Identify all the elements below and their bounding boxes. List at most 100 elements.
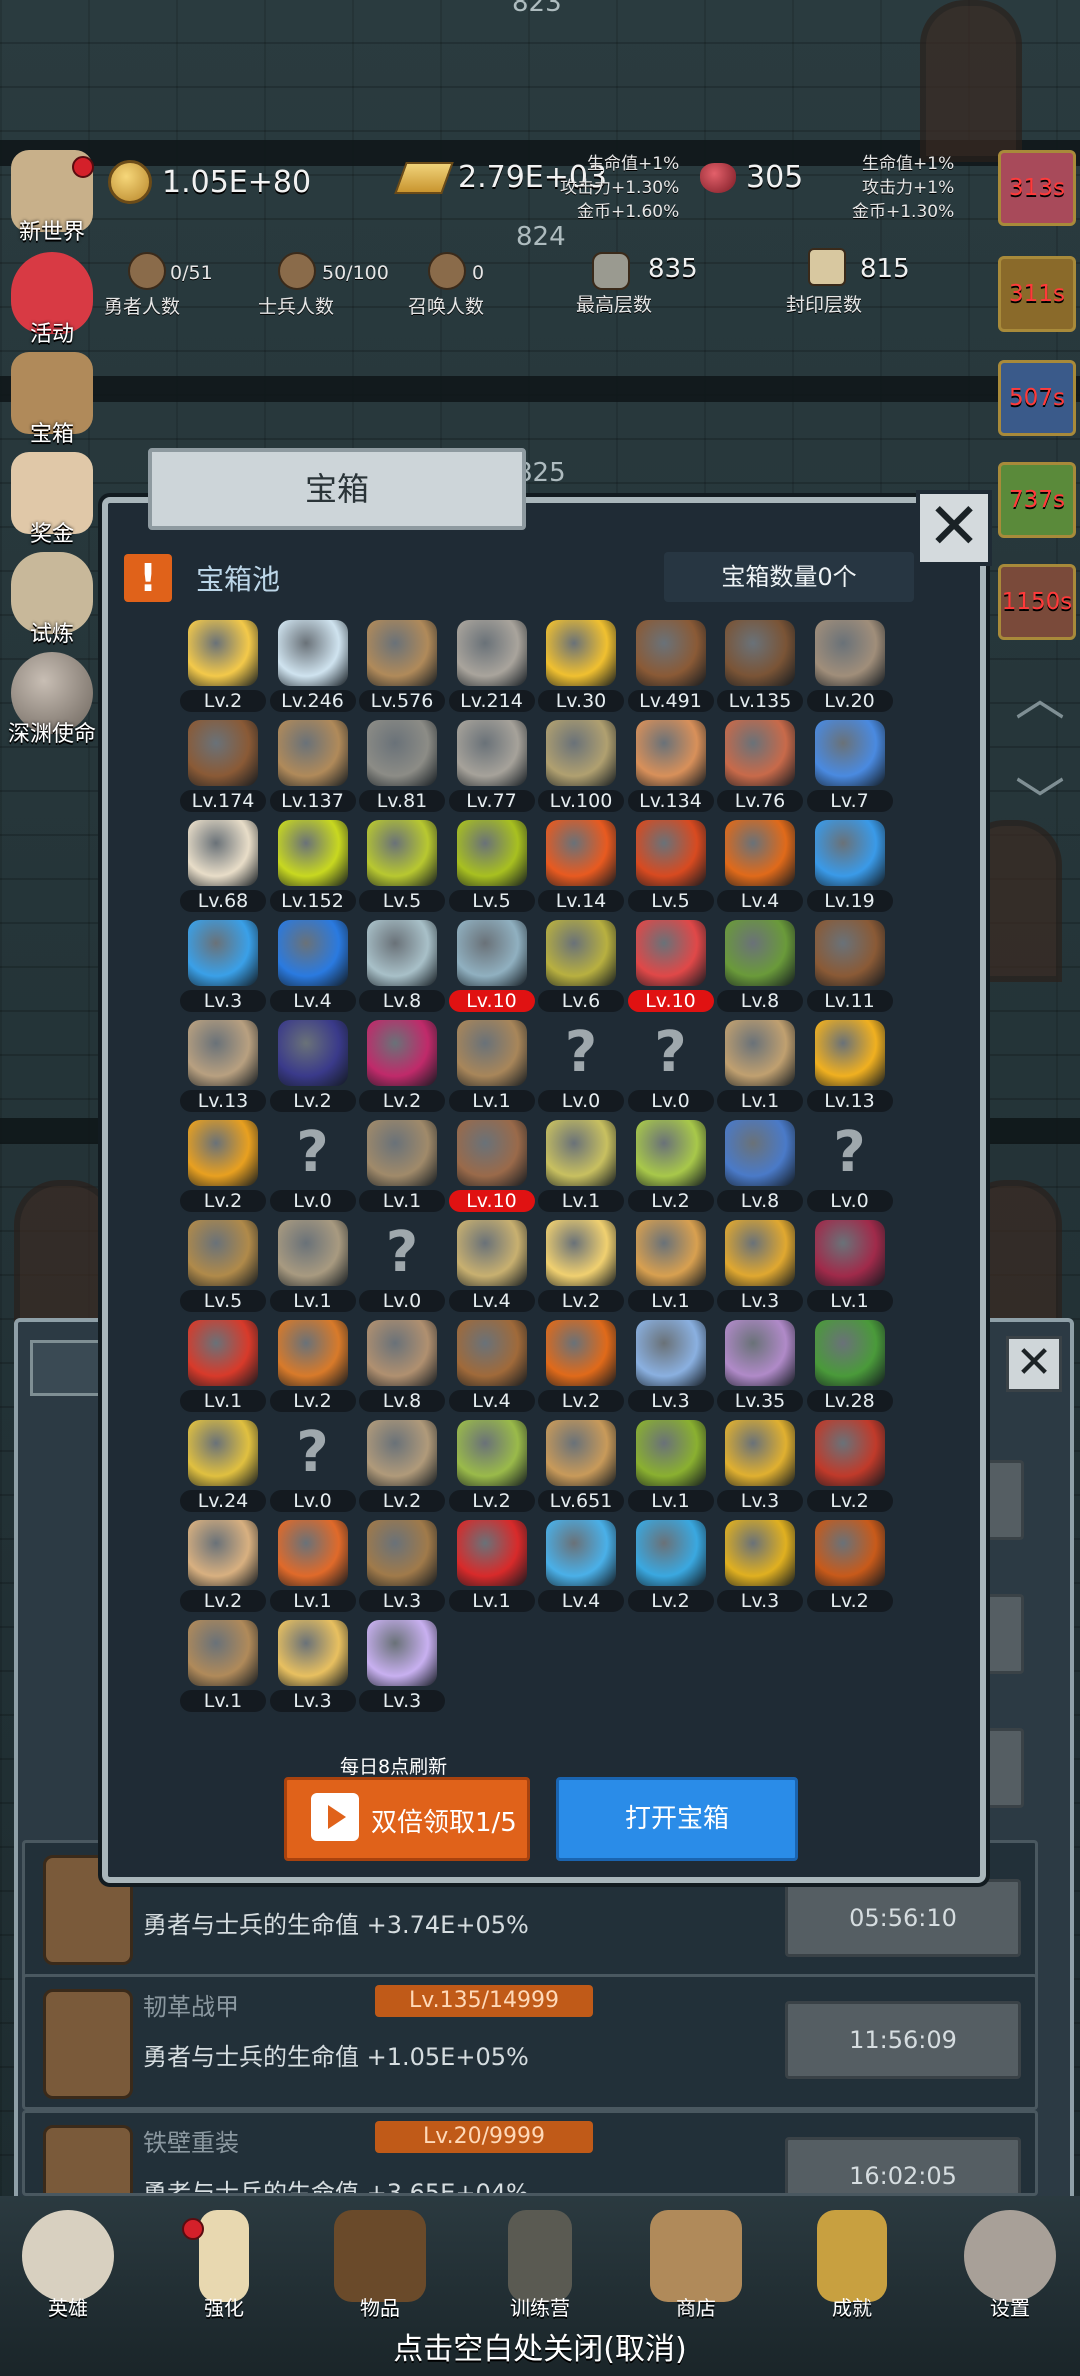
chest-item[interactable]: Lv.4 [448,1216,535,1316]
chest-item[interactable]: Lv.4 [269,916,356,1016]
side-activity[interactable]: 活动 [4,252,100,348]
chest-item[interactable]: Lv.152 [269,816,356,916]
nav-achievement[interactable]: 成就 [792,2210,912,2321]
close-icon[interactable]: ✕ [1006,1336,1062,1392]
chest-item[interactable]: Lv.3 [717,1416,803,1516]
chest-item[interactable]: Lv.20 [806,616,893,716]
chest-item[interactable]: Lv.4 [448,1316,535,1416]
close-hint[interactable]: 点击空白处关闭(取消) [0,2324,1080,2368]
chest-item[interactable]: Lv.3 [359,1616,445,1716]
chest-item[interactable]: Lv.4 [717,816,803,916]
chest-item[interactable]: ? Lv.0 [359,1216,445,1316]
chest-item[interactable]: Lv.10 [627,916,714,1016]
chest-item[interactable]: Lv.24 [180,1416,266,1516]
side-trial[interactable]: 试炼 [4,552,100,648]
open-chest-button[interactable]: 打开宝箱 [556,1777,798,1861]
timer-slot[interactable]: 313s [998,150,1076,226]
chest-item[interactable]: Lv.10 [448,916,535,1016]
chest-item[interactable]: Lv.2 [180,1516,266,1616]
chest-item[interactable]: Lv.134 [627,716,714,816]
chest-item[interactable]: Lv.3 [627,1316,714,1416]
scroll-up-icon[interactable]: ︿ [1010,668,1070,728]
chest-item[interactable]: Lv.3 [717,1516,803,1616]
chest-item[interactable]: Lv.11 [806,916,893,1016]
chest-item[interactable]: Lv.576 [359,616,445,716]
timer-button[interactable]: 05:56:10 [785,1879,1021,1957]
chest-item[interactable]: Lv.2 [269,1016,356,1116]
chest-item[interactable]: Lv.1 [180,1616,266,1716]
chest-item[interactable]: ? Lv.0 [538,1016,624,1116]
chest-item[interactable]: Lv.77 [448,716,535,816]
chest-item[interactable]: Lv.1 [627,1216,714,1316]
chest-item[interactable]: Lv.2 [627,1116,714,1216]
chest-item[interactable]: Lv.28 [806,1316,893,1416]
chest-item[interactable]: Lv.5 [180,1216,266,1316]
chest-item[interactable]: ? Lv.0 [627,1016,714,1116]
chest-item[interactable]: Lv.10 [448,1116,535,1216]
chest-item[interactable]: Lv.35 [717,1316,803,1416]
double-claim-button[interactable]: 双倍领取1/5 [284,1777,530,1861]
chest-item[interactable]: Lv.13 [180,1016,266,1116]
timer-slot[interactable]: 1150s [998,564,1076,640]
nav-training[interactable]: 训练营 [480,2210,600,2321]
chest-item[interactable]: Lv.651 [538,1416,624,1516]
chest-item[interactable]: Lv.8 [717,916,803,1016]
side-chest[interactable]: 宝箱 [4,352,100,448]
chest-item[interactable]: Lv.214 [448,616,535,716]
chest-item[interactable]: Lv.13 [806,1016,893,1116]
chest-item[interactable]: Lv.135 [717,616,803,716]
chest-item[interactable]: Lv.2 [180,1116,266,1216]
chest-item[interactable]: Lv.8 [359,1316,445,1416]
chest-item[interactable]: Lv.1 [627,1416,714,1516]
chest-item[interactable]: Lv.100 [538,716,624,816]
chest-item[interactable]: Lv.491 [627,616,714,716]
chest-item[interactable]: Lv.2 [538,1216,624,1316]
chest-item[interactable]: Lv.2 [806,1416,893,1516]
chest-item[interactable]: Lv.6 [538,916,624,1016]
chest-item[interactable]: Lv.2 [806,1516,893,1616]
nav-settings[interactable]: 设置 [950,2210,1070,2321]
chest-item[interactable]: Lv.68 [180,816,266,916]
chest-item[interactable]: Lv.1 [717,1016,803,1116]
timer-slot[interactable]: 311s [998,256,1076,332]
chest-item[interactable]: ? Lv.0 [269,1116,356,1216]
chest-item[interactable]: Lv.1 [806,1216,893,1316]
chest-item[interactable]: Lv.8 [717,1116,803,1216]
chest-item[interactable]: Lv.2 [180,616,266,716]
chest-item[interactable]: Lv.7 [806,716,893,816]
chest-item[interactable]: Lv.1 [538,1116,624,1216]
chest-item[interactable]: Lv.2 [359,1416,445,1516]
chest-item[interactable]: Lv.14 [538,816,624,916]
chest-item[interactable]: Lv.3 [269,1616,356,1716]
chest-item[interactable]: Lv.3 [717,1216,803,1316]
chest-item[interactable]: ? Lv.0 [269,1416,356,1516]
chest-item[interactable]: Lv.174 [180,716,266,816]
nav-items[interactable]: 物品 [320,2210,440,2321]
chest-item[interactable]: Lv.5 [359,816,445,916]
chest-item[interactable]: Lv.3 [359,1516,445,1616]
chest-item[interactable]: Lv.30 [538,616,624,716]
chest-item[interactable]: Lv.81 [359,716,445,816]
nav-shop[interactable]: 商店 [636,2210,756,2321]
chest-item[interactable]: ? Lv.0 [806,1116,893,1216]
scroll-down-icon[interactable]: ﹀ [1010,772,1070,832]
chest-item[interactable]: Lv.8 [359,916,445,1016]
chest-item[interactable]: Lv.1 [448,1016,535,1116]
close-icon[interactable]: ✕ [916,490,992,566]
timer-button[interactable]: 16:02:05 [785,2137,1021,2193]
chest-item[interactable]: Lv.5 [448,816,535,916]
chest-item[interactable]: Lv.4 [538,1516,624,1616]
chest-item[interactable]: Lv.76 [717,716,803,816]
chest-item[interactable]: Lv.1 [359,1116,445,1216]
chest-item[interactable]: Lv.19 [806,816,893,916]
chest-item[interactable]: Lv.1 [269,1516,356,1616]
chest-item[interactable]: Lv.2 [538,1316,624,1416]
chest-item[interactable]: Lv.3 [180,916,266,1016]
chest-item[interactable]: Lv.2 [448,1416,535,1516]
chest-item[interactable]: Lv.246 [269,616,356,716]
chest-item[interactable]: Lv.2 [269,1316,356,1416]
chest-item[interactable]: Lv.1 [180,1316,266,1416]
timer-slot[interactable]: 737s [998,462,1076,538]
chest-item[interactable]: Lv.1 [448,1516,535,1616]
chest-item[interactable]: Lv.1 [269,1216,356,1316]
